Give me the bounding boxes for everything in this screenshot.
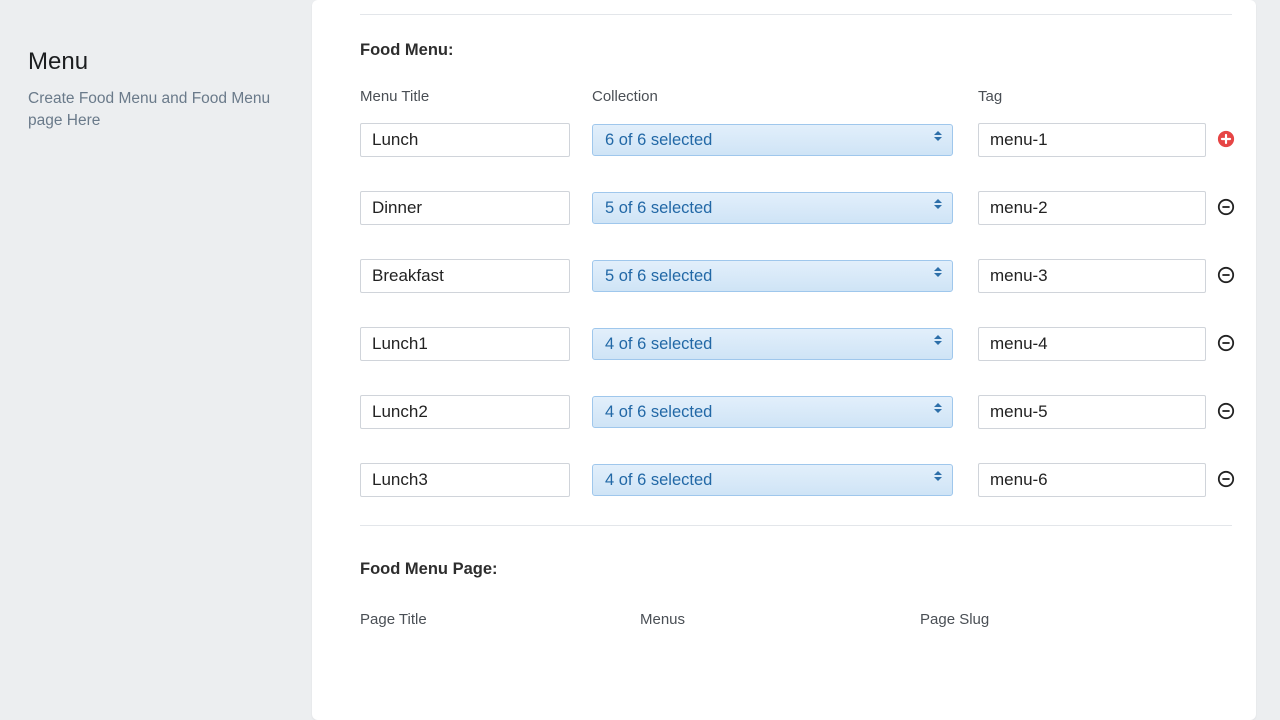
tag-input[interactable]: [978, 191, 1206, 225]
menu-row: 5 of 6 selected: [360, 259, 1232, 293]
divider: [360, 525, 1232, 526]
collection-select-label: 4 of 6 selected: [605, 335, 712, 354]
remove-row-button[interactable]: [1216, 198, 1236, 218]
section-heading-food-menu-page: Food Menu Page:: [360, 560, 1232, 579]
col-header-menu-title: Menu Title: [360, 88, 592, 105]
minus-circle-icon: [1217, 334, 1235, 355]
collection-select[interactable]: 4 of 6 selected: [592, 396, 953, 428]
sidebar: Menu Create Food Menu and Food Menu page…: [0, 0, 312, 720]
add-row-button[interactable]: [1216, 130, 1236, 150]
updown-icon: [934, 199, 942, 209]
menu-title-input[interactable]: [360, 259, 570, 293]
updown-icon: [934, 335, 942, 345]
menu-row: 5 of 6 selected: [360, 191, 1232, 225]
section-heading-food-menu: Food Menu:: [360, 41, 1232, 60]
food-menu-rows: 6 of 6 selected 5 of 6 selected 5 of 6 sel…: [360, 123, 1232, 497]
menu-title-input[interactable]: [360, 327, 570, 361]
menu-title-input[interactable]: [360, 191, 570, 225]
collection-select[interactable]: 5 of 6 selected: [592, 192, 953, 224]
divider: [360, 14, 1232, 15]
minus-circle-icon: [1217, 266, 1235, 287]
plus-circle-icon: [1217, 130, 1235, 151]
menu-title-input[interactable]: [360, 463, 570, 497]
collection-select[interactable]: 4 of 6 selected: [592, 464, 953, 496]
page-description: Create Food Menu and Food Menu page Here: [28, 88, 284, 131]
food-menu-page-column-headers: Page Title Menus Page Slug: [360, 607, 1232, 628]
menu-row: 4 of 6 selected: [360, 463, 1232, 497]
col-header-menus: Menus: [640, 611, 920, 628]
minus-circle-icon: [1217, 470, 1235, 491]
tag-input[interactable]: [978, 463, 1206, 497]
collection-select-label: 5 of 6 selected: [605, 199, 712, 218]
remove-row-button[interactable]: [1216, 334, 1236, 354]
tag-input[interactable]: [978, 395, 1206, 429]
main-panel: Food Menu: Menu Title Collection Tag 6 o…: [312, 0, 1256, 720]
tag-input[interactable]: [978, 259, 1206, 293]
updown-icon: [934, 131, 942, 141]
menu-title-input[interactable]: [360, 395, 570, 429]
updown-icon: [934, 403, 942, 413]
remove-row-button[interactable]: [1216, 266, 1236, 286]
collection-select[interactable]: 5 of 6 selected: [592, 260, 953, 292]
collection-select[interactable]: 6 of 6 selected: [592, 124, 953, 156]
tag-input[interactable]: [978, 327, 1206, 361]
page-title: Menu: [28, 48, 284, 76]
collection-select-label: 6 of 6 selected: [605, 131, 712, 150]
menu-row: 6 of 6 selected: [360, 123, 1232, 157]
col-header-tag: Tag: [978, 88, 1238, 105]
remove-row-button[interactable]: [1216, 470, 1236, 490]
updown-icon: [934, 267, 942, 277]
col-header-page-slug: Page Slug: [920, 611, 1200, 628]
menu-row: 4 of 6 selected: [360, 395, 1232, 429]
food-menu-column-headers: Menu Title Collection Tag: [360, 88, 1232, 123]
remove-row-button[interactable]: [1216, 402, 1236, 422]
menu-title-input[interactable]: [360, 123, 570, 157]
minus-circle-icon: [1217, 198, 1235, 219]
collection-select[interactable]: 4 of 6 selected: [592, 328, 953, 360]
collection-select-label: 4 of 6 selected: [605, 471, 712, 490]
minus-circle-icon: [1217, 402, 1235, 423]
updown-icon: [934, 471, 942, 481]
tag-input[interactable]: [978, 123, 1206, 157]
collection-select-label: 4 of 6 selected: [605, 403, 712, 422]
collection-select-label: 5 of 6 selected: [605, 267, 712, 286]
col-header-collection: Collection: [592, 88, 978, 105]
col-header-page-title: Page Title: [360, 611, 640, 628]
menu-row: 4 of 6 selected: [360, 327, 1232, 361]
